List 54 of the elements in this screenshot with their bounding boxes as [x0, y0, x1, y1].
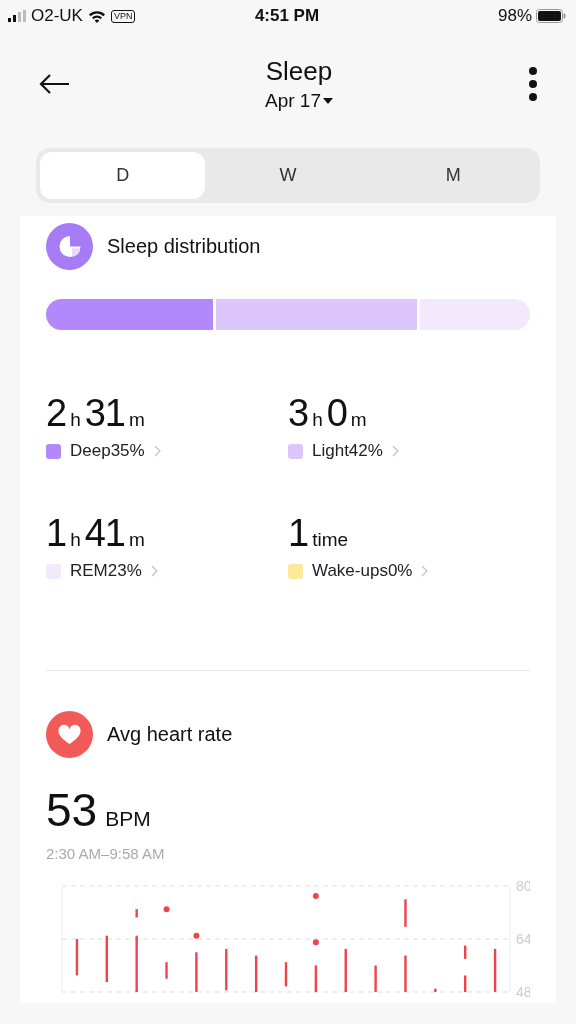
chevron-icon — [153, 445, 161, 457]
heart-rate-range — [254, 955, 258, 992]
vpn-badge: VPN — [110, 9, 136, 23]
heart-rate-range — [464, 975, 467, 992]
heart-rate-range — [404, 899, 407, 927]
heart-rate-range — [284, 962, 288, 987]
back-arrow-icon[interactable] — [38, 73, 70, 95]
stage-link[interactable]: Light42% — [288, 441, 530, 461]
signal-icon — [8, 10, 26, 22]
clock-time: 4:51 PM — [254, 6, 320, 26]
heart-rate-value: 53 BPM — [46, 783, 152, 837]
period-tab[interactable]: W — [205, 152, 371, 199]
heart-rate-point — [193, 932, 200, 939]
heart-rate-point — [163, 906, 170, 913]
heart-rate-range — [165, 962, 168, 979]
chevron-icon — [391, 445, 399, 457]
heart-rate-range — [225, 948, 228, 991]
heart-rate-range — [135, 935, 138, 992]
stage-link[interactable]: Deep35% — [46, 441, 288, 461]
heart-rate-range — [493, 948, 497, 992]
chevron-icon — [421, 565, 429, 577]
period-tab[interactable]: M — [370, 152, 536, 199]
heart-rate-range — [195, 952, 198, 992]
date-dropdown[interactable]: Apr 17 — [265, 90, 333, 112]
section-title: Sleep distribution — [107, 235, 261, 258]
page-title: Sleep — [265, 56, 333, 86]
battery-icon — [536, 9, 566, 23]
heart-rate-point — [312, 939, 319, 946]
heart-rate-range — [404, 955, 407, 992]
heart-rate-range — [344, 948, 347, 992]
period-tab[interactable]: D — [40, 152, 206, 199]
duration-value: 2 h 31 m — [46, 392, 146, 435]
more-menu-icon[interactable] — [528, 67, 538, 101]
heart-rate-range — [374, 965, 377, 992]
caret-icon — [323, 98, 333, 104]
heart-rate-point — [312, 892, 319, 899]
pie-chart-icon — [46, 223, 93, 270]
wifi-icon — [87, 9, 106, 23]
heart-rate-range — [105, 935, 108, 983]
heart-rate-range — [464, 945, 467, 959]
heart-rate-range — [75, 939, 79, 976]
heart-rate-range — [314, 965, 318, 992]
duration-value: 1 time — [288, 512, 350, 555]
stage-link[interactable]: REM23% — [46, 561, 288, 581]
duration-value: 1 h 41 m — [46, 512, 146, 555]
heart-rate-range — [434, 988, 437, 992]
time-range: 2:30 AM–9:58 AM — [46, 845, 166, 862]
battery-percent: 98% — [497, 6, 532, 26]
chevron-icon — [150, 565, 158, 577]
stage-link[interactable]: Wake-ups0% — [288, 561, 530, 581]
heart-rate-range — [135, 909, 138, 918]
carrier-name: O2-UK — [31, 6, 83, 26]
section-title: Avg heart rate — [107, 723, 233, 746]
duration-value: 3 h 0 m — [288, 392, 368, 435]
